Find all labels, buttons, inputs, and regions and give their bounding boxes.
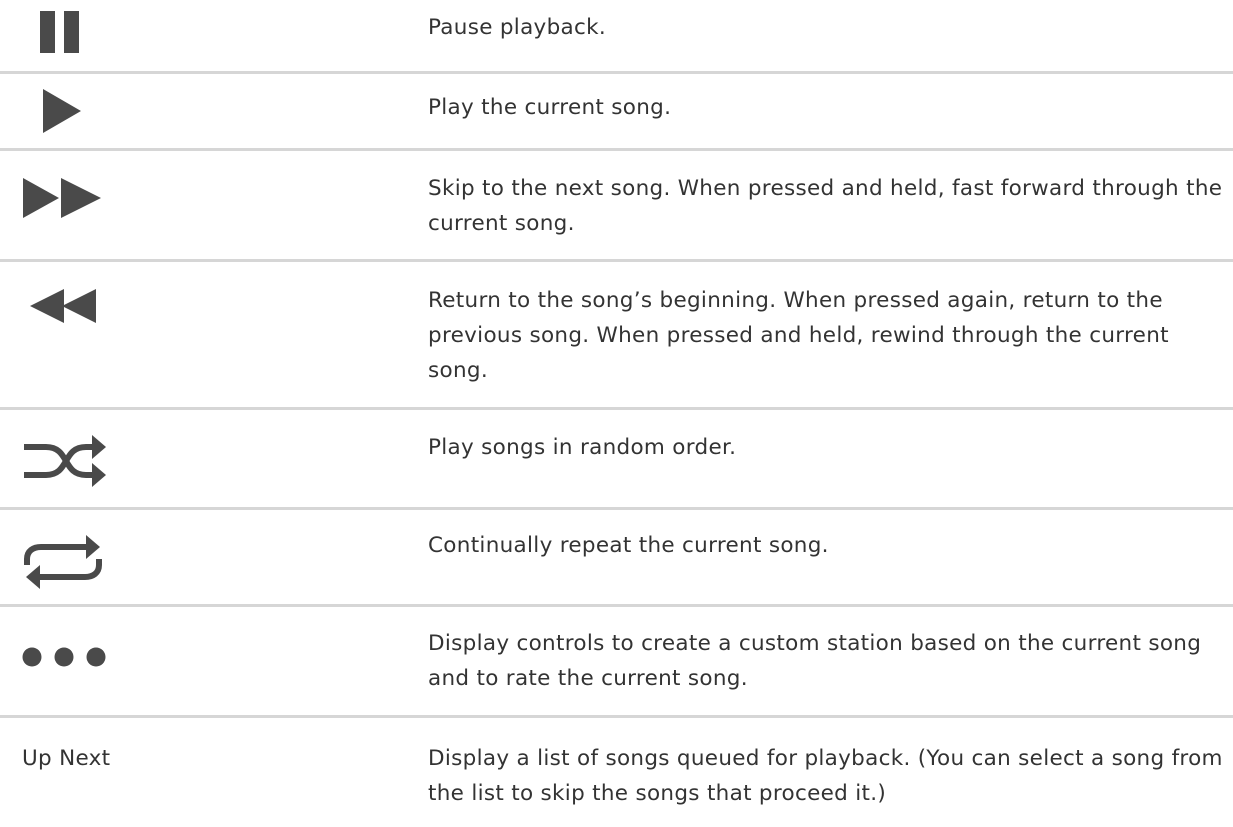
row-description: Play the current song. bbox=[428, 95, 672, 120]
row-description: Skip to the next song. When pressed and … bbox=[428, 176, 1223, 236]
shuffle-icon bbox=[24, 435, 106, 487]
rewind-icon bbox=[30, 289, 96, 323]
table-row-up-next: Up Next Display a list of songs queued f… bbox=[0, 718, 1233, 827]
controls-table: Pause playback. Play the current song. S… bbox=[0, 0, 1233, 827]
table-row-pause: Pause playback. bbox=[0, 0, 1233, 74]
table-row-play: Play the current song. bbox=[0, 74, 1233, 151]
row-description: Display a list of songs queued for playb… bbox=[428, 746, 1223, 806]
table-row-rewind: Return to the song’s beginning. When pre… bbox=[0, 262, 1233, 410]
table-row-shuffle: Play songs in random order. bbox=[0, 410, 1233, 510]
table-row-fast-forward: Skip to the next song. When pressed and … bbox=[0, 151, 1233, 262]
row-description: Pause playback. bbox=[428, 15, 607, 40]
play-icon bbox=[43, 89, 81, 133]
more-icon bbox=[22, 647, 106, 667]
up-next-label: Up Next bbox=[22, 746, 111, 771]
table-row-more: Display controls to create a custom stat… bbox=[0, 607, 1233, 718]
fast-forward-icon bbox=[23, 178, 101, 218]
row-description: Play songs in random order. bbox=[428, 435, 737, 460]
row-description: Return to the song’s beginning. When pre… bbox=[428, 288, 1169, 383]
table-row-repeat: Continually repeat the current song. bbox=[0, 510, 1233, 607]
pause-icon bbox=[40, 11, 79, 53]
row-description: Display controls to create a custom stat… bbox=[428, 631, 1202, 691]
repeat-icon bbox=[24, 535, 102, 589]
row-description: Continually repeat the current song. bbox=[428, 533, 829, 558]
